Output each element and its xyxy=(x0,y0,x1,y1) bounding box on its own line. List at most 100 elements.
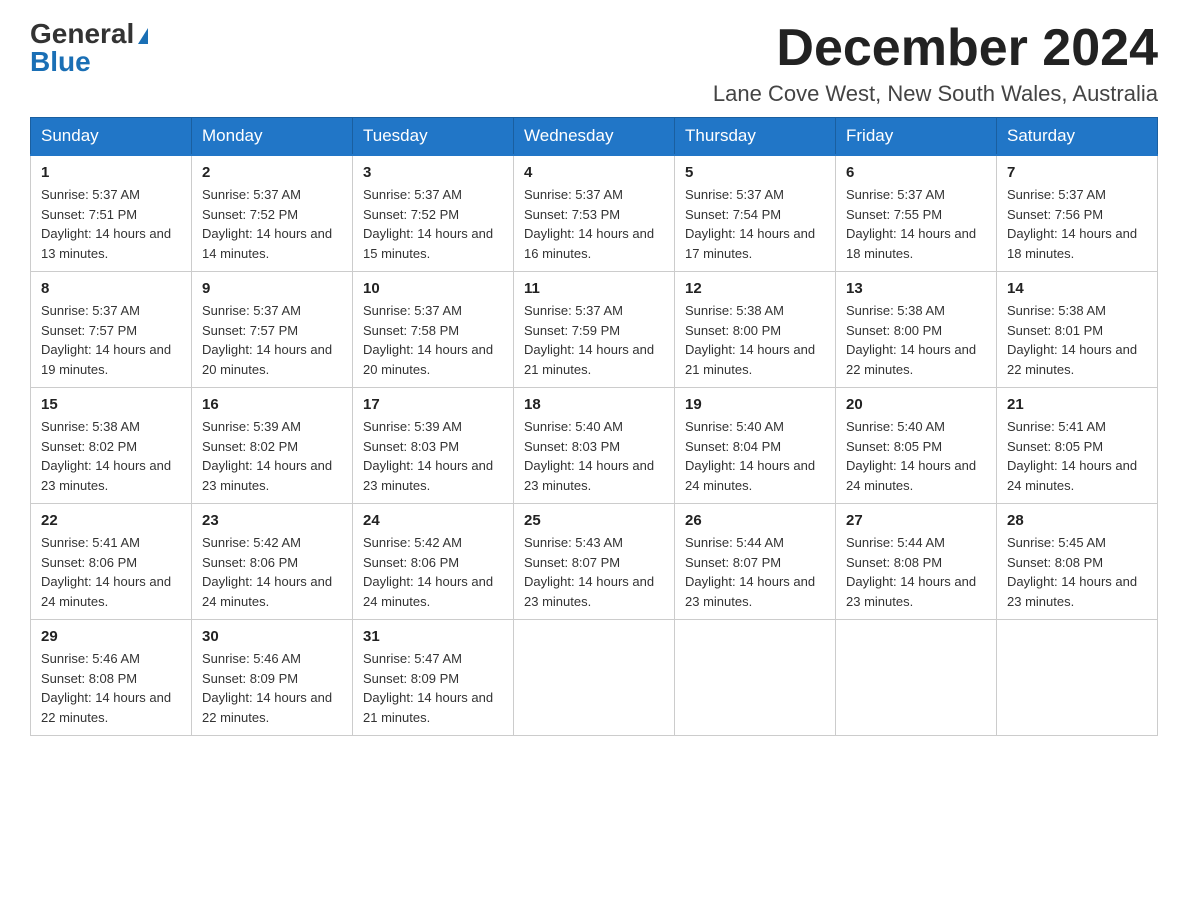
day-number: 9 xyxy=(202,280,342,297)
day-info: Sunrise: 5:40 AMSunset: 8:04 PMDaylight:… xyxy=(685,417,825,495)
calendar-cell: 8 Sunrise: 5:37 AMSunset: 7:57 PMDaylight… xyxy=(31,272,192,388)
day-number: 7 xyxy=(1007,164,1147,181)
day-info: Sunrise: 5:37 AMSunset: 7:55 PMDaylight:… xyxy=(846,185,986,263)
day-number: 4 xyxy=(524,164,664,181)
calendar-cell: 24 Sunrise: 5:42 AMSunset: 8:06 PMDayligh… xyxy=(353,504,514,620)
month-title: December 2024 xyxy=(713,20,1158,77)
title-section: December 2024 Lane Cove West, New South … xyxy=(713,20,1158,107)
day-number: 27 xyxy=(846,512,986,529)
day-info: Sunrise: 5:42 AMSunset: 8:06 PMDaylight:… xyxy=(363,533,503,611)
calendar-cell: 27 Sunrise: 5:44 AMSunset: 8:08 PMDayligh… xyxy=(836,504,997,620)
day-number: 23 xyxy=(202,512,342,529)
calendar-cell xyxy=(675,620,836,736)
day-info: Sunrise: 5:37 AMSunset: 7:53 PMDaylight:… xyxy=(524,185,664,263)
calendar-week-row: 29Sunrise: 5:46 AMSunset: 8:08 PMDayligh… xyxy=(31,620,1158,736)
day-info: Sunrise: 5:42 AMSunset: 8:06 PMDaylight:… xyxy=(202,533,342,611)
day-number: 11 xyxy=(524,280,664,297)
calendar-cell: 9 Sunrise: 5:37 AMSunset: 7:57 PMDaylight… xyxy=(192,272,353,388)
calendar-cell: 16 Sunrise: 5:39 AMSunset: 8:02 PMDayligh… xyxy=(192,388,353,504)
day-number: 24 xyxy=(363,512,503,529)
day-info: Sunrise: 5:37 AMSunset: 7:56 PMDaylight:… xyxy=(1007,185,1147,263)
day-info: Sunrise: 5:37 AMSunset: 7:57 PMDaylight:… xyxy=(202,301,342,379)
day-number: 13 xyxy=(846,280,986,297)
weekday-header-friday: Friday xyxy=(836,118,997,156)
calendar-cell: 3Sunrise: 5:37 AMSunset: 7:52 PMDaylight… xyxy=(353,155,514,272)
day-info: Sunrise: 5:39 AMSunset: 8:02 PMDaylight:… xyxy=(202,417,342,495)
day-number: 1 xyxy=(41,164,181,181)
day-number: 16 xyxy=(202,396,342,413)
location-title: Lane Cove West, New South Wales, Austral… xyxy=(713,81,1158,107)
day-info: Sunrise: 5:37 AMSunset: 7:54 PMDaylight:… xyxy=(685,185,825,263)
day-info: Sunrise: 5:38 AMSunset: 8:00 PMDaylight:… xyxy=(685,301,825,379)
calendar-cell: 1 Sunrise: 5:37 AMSunset: 7:51 PMDaylight… xyxy=(31,155,192,272)
calendar-cell: 15Sunrise: 5:38 AMSunset: 8:02 PMDayligh… xyxy=(31,388,192,504)
day-number: 31 xyxy=(363,628,503,645)
calendar-cell: 23 Sunrise: 5:42 AMSunset: 8:06 PMDayligh… xyxy=(192,504,353,620)
calendar-cell: 30Sunrise: 5:46 AMSunset: 8:09 PMDayligh… xyxy=(192,620,353,736)
calendar-cell: 10 Sunrise: 5:37 AMSunset: 7:58 PMDayligh… xyxy=(353,272,514,388)
day-info: Sunrise: 5:37 AMSunset: 7:52 PMDaylight:… xyxy=(202,185,342,263)
day-info: Sunrise: 5:44 AMSunset: 8:08 PMDaylight:… xyxy=(846,533,986,611)
day-number: 18 xyxy=(524,396,664,413)
calendar-week-row: 22 Sunrise: 5:41 AMSunset: 8:06 PMDayligh… xyxy=(31,504,1158,620)
day-info: Sunrise: 5:37 AMSunset: 7:57 PMDaylight:… xyxy=(41,301,181,379)
day-info: Sunrise: 5:45 AMSunset: 8:08 PMDaylight:… xyxy=(1007,533,1147,611)
calendar-cell: 28 Sunrise: 5:45 AMSunset: 8:08 PMDayligh… xyxy=(997,504,1158,620)
day-number: 10 xyxy=(363,280,503,297)
weekday-header-monday: Monday xyxy=(192,118,353,156)
day-number: 8 xyxy=(41,280,181,297)
day-number: 20 xyxy=(846,396,986,413)
day-info: Sunrise: 5:38 AMSunset: 8:01 PMDaylight:… xyxy=(1007,301,1147,379)
day-info: Sunrise: 5:37 AMSunset: 7:51 PMDaylight:… xyxy=(41,185,181,263)
day-info: Sunrise: 5:44 AMSunset: 8:07 PMDaylight:… xyxy=(685,533,825,611)
day-number: 14 xyxy=(1007,280,1147,297)
calendar-week-row: 15Sunrise: 5:38 AMSunset: 8:02 PMDayligh… xyxy=(31,388,1158,504)
calendar-cell: 13 Sunrise: 5:38 AMSunset: 8:00 PMDayligh… xyxy=(836,272,997,388)
calendar-cell: 6 Sunrise: 5:37 AMSunset: 7:55 PMDaylight… xyxy=(836,155,997,272)
day-number: 12 xyxy=(685,280,825,297)
calendar-cell: 4 Sunrise: 5:37 AMSunset: 7:53 PMDaylight… xyxy=(514,155,675,272)
day-info: Sunrise: 5:47 AMSunset: 8:09 PMDaylight:… xyxy=(363,649,503,727)
day-info: Sunrise: 5:41 AMSunset: 8:06 PMDaylight:… xyxy=(41,533,181,611)
calendar-cell: 21 Sunrise: 5:41 AMSunset: 8:05 PMDayligh… xyxy=(997,388,1158,504)
day-info: Sunrise: 5:46 AMSunset: 8:08 PMDaylight:… xyxy=(41,649,181,727)
calendar-cell: 5Sunrise: 5:37 AMSunset: 7:54 PMDaylight… xyxy=(675,155,836,272)
day-info: Sunrise: 5:39 AMSunset: 8:03 PMDaylight:… xyxy=(363,417,503,495)
logo-blue-line: Blue xyxy=(30,48,91,76)
weekday-header-wednesday: Wednesday xyxy=(514,118,675,156)
calendar-cell: 7 Sunrise: 5:37 AMSunset: 7:56 PMDaylight… xyxy=(997,155,1158,272)
calendar-cell: 20 Sunrise: 5:40 AMSunset: 8:05 PMDayligh… xyxy=(836,388,997,504)
day-number: 3 xyxy=(363,164,503,181)
day-info: Sunrise: 5:38 AMSunset: 8:00 PMDaylight:… xyxy=(846,301,986,379)
calendar-table: SundayMondayTuesdayWednesdayThursdayFrid… xyxy=(30,117,1158,736)
calendar-cell: 18 Sunrise: 5:40 AMSunset: 8:03 PMDayligh… xyxy=(514,388,675,504)
day-number: 22 xyxy=(41,512,181,529)
calendar-cell xyxy=(514,620,675,736)
day-number: 21 xyxy=(1007,396,1147,413)
calendar-cell: 14 Sunrise: 5:38 AMSunset: 8:01 PMDayligh… xyxy=(997,272,1158,388)
day-number: 30 xyxy=(202,628,342,645)
calendar-cell xyxy=(836,620,997,736)
logo: General Blue xyxy=(30,20,148,76)
weekday-header-thursday: Thursday xyxy=(675,118,836,156)
weekday-header-saturday: Saturday xyxy=(997,118,1158,156)
day-info: Sunrise: 5:40 AMSunset: 8:05 PMDaylight:… xyxy=(846,417,986,495)
day-info: Sunrise: 5:38 AMSunset: 8:02 PMDaylight:… xyxy=(41,417,181,495)
day-number: 6 xyxy=(846,164,986,181)
day-info: Sunrise: 5:40 AMSunset: 8:03 PMDaylight:… xyxy=(524,417,664,495)
day-info: Sunrise: 5:41 AMSunset: 8:05 PMDaylight:… xyxy=(1007,417,1147,495)
calendar-cell: 11Sunrise: 5:37 AMSunset: 7:59 PMDayligh… xyxy=(514,272,675,388)
day-info: Sunrise: 5:43 AMSunset: 8:07 PMDaylight:… xyxy=(524,533,664,611)
day-number: 28 xyxy=(1007,512,1147,529)
logo-blue-text: Blue xyxy=(30,46,91,77)
day-number: 19 xyxy=(685,396,825,413)
calendar-week-row: 1 Sunrise: 5:37 AMSunset: 7:51 PMDaylight… xyxy=(31,155,1158,272)
day-number: 25 xyxy=(524,512,664,529)
weekday-header-row: SundayMondayTuesdayWednesdayThursdayFrid… xyxy=(31,118,1158,156)
day-info: Sunrise: 5:37 AMSunset: 7:58 PMDaylight:… xyxy=(363,301,503,379)
logo-triangle-icon xyxy=(138,28,148,44)
calendar-cell: 19 Sunrise: 5:40 AMSunset: 8:04 PMDayligh… xyxy=(675,388,836,504)
day-number: 17 xyxy=(363,396,503,413)
calendar-cell: 31 Sunrise: 5:47 AMSunset: 8:09 PMDayligh… xyxy=(353,620,514,736)
calendar-cell: 12 Sunrise: 5:38 AMSunset: 8:00 PMDayligh… xyxy=(675,272,836,388)
